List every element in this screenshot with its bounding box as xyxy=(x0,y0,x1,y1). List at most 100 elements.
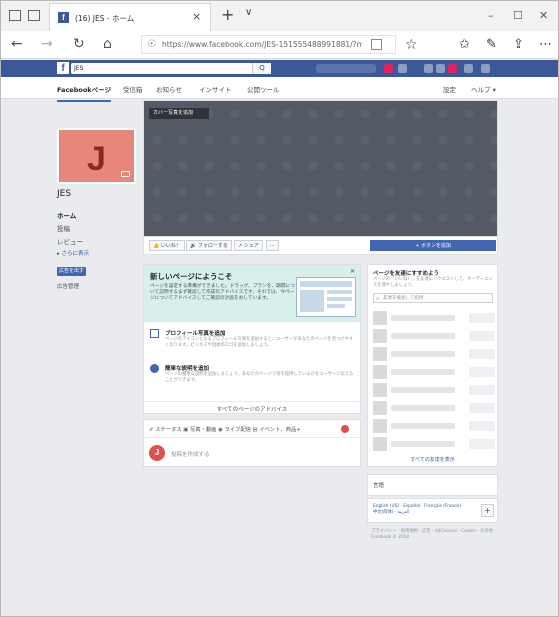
friend-search-input[interactable]: 友達を検索して招待 xyxy=(373,293,493,303)
home-button[interactable]: ⌂ xyxy=(103,36,112,52)
left-nav-home[interactable]: ホーム xyxy=(57,210,76,220)
refresh-button[interactable]: ↻ xyxy=(73,36,85,52)
minimize-button[interactable]: – xyxy=(488,9,494,22)
close-tab-icon[interactable]: × xyxy=(192,10,201,23)
tab-notifications[interactable]: お知らせ xyxy=(156,84,182,94)
like-button[interactable]: 👍 いいね！ xyxy=(149,240,185,251)
tab-insights[interactable]: インサイト xyxy=(199,84,232,94)
photo-icon xyxy=(150,329,159,338)
tip-title: 簡単な説明を追加 xyxy=(165,366,210,372)
welcome-card: 新しいページにようこそ ページを設定する準備ができました。ドラッグ、プランを、期… xyxy=(143,264,361,414)
home-link-icon[interactable] xyxy=(398,64,407,73)
lock-icon: ☉ xyxy=(147,39,156,50)
facebook-logo-icon[interactable]: f xyxy=(57,62,69,74)
tab-strip: f (16) JES - ホーム × + ∨ – ☐ ✕ xyxy=(1,1,558,31)
profile-name-blurred[interactable] xyxy=(316,64,376,73)
notifications-icon[interactable] xyxy=(448,64,457,73)
help-icon[interactable] xyxy=(464,64,473,73)
tip-title: プロフィール写真を追加 xyxy=(165,331,226,337)
notification-badge-icon[interactable] xyxy=(384,64,393,73)
composer-input[interactable]: 投稿を作成する xyxy=(171,450,210,458)
tab-settings[interactable]: 設定 xyxy=(443,84,456,94)
post-composer: ✐ ステータス ▣ 写真・動画 ◉ ライブ配信 ▤ イベント、商品+ J 投稿を… xyxy=(143,419,361,467)
tabs-aside-icon[interactable] xyxy=(9,10,21,21)
footer-links[interactable]: プライバシー · 利用規約 · 広告 · AdChoices · Cookie … xyxy=(371,529,497,541)
list-item xyxy=(373,311,495,327)
list-item xyxy=(373,383,495,399)
left-nav-reviews[interactable]: レビュー xyxy=(57,236,83,246)
facebook-top-bar: f JES Q xyxy=(1,60,558,77)
language-card: 言語 xyxy=(367,474,498,496)
new-tab-button[interactable]: + xyxy=(221,5,234,24)
page-title[interactable]: JES xyxy=(57,189,71,199)
forward-button[interactable]: → xyxy=(41,36,53,52)
camera-icon[interactable] xyxy=(121,171,130,177)
tip-description: ページの簡単な説明を追加しましょう。あなたのページで何を提供しているかをユーザー… xyxy=(165,372,354,383)
language-title: 言語 xyxy=(373,483,385,489)
follow-button[interactable]: 🔊 フォローする xyxy=(186,240,232,251)
tab-menu-icon[interactable]: ∨ xyxy=(245,7,252,18)
welcome-title: 新しいページにようこそ xyxy=(150,272,233,281)
all-tips-link[interactable]: すべてのページのアドバイス xyxy=(144,401,360,413)
composer-tools[interactable]: ✐ ステータス ▣ 写真・動画 ◉ ライブ配信 ▤ イベント、商品+ xyxy=(149,425,301,433)
back-button[interactable]: ← xyxy=(11,36,23,52)
address-bar[interactable]: ☉ https://www.facebook.com/JES-151555488… xyxy=(141,35,396,54)
welcome-banner: 新しいページにようこそ ページを設定する準備ができました。ドラッグ、プランを、期… xyxy=(144,265,360,322)
tab-help[interactable]: ヘルプ ▾ xyxy=(471,84,496,94)
page-admin-nav: Facebookページ 受信箱 お知らせ インサイト 公開ツール 設定 ヘルプ … xyxy=(1,77,558,102)
tab-preview-icon[interactable] xyxy=(28,10,40,21)
list-item xyxy=(373,437,495,453)
info-icon xyxy=(150,364,159,373)
ad-center-link[interactable]: 広告管理 xyxy=(57,282,79,290)
add-language-button[interactable]: + xyxy=(481,504,494,517)
tab-inbox[interactable]: 受信箱 xyxy=(123,84,143,94)
language-links[interactable]: English (US) · Español · Français (Franc… xyxy=(373,504,468,516)
url-text[interactable]: https://www.facebook.com/JES-15155548899… xyxy=(162,40,362,49)
facebook-search-input[interactable]: JES xyxy=(71,63,271,74)
share-icon[interactable]: ⇪ xyxy=(513,37,524,52)
see-all-friends-link[interactable]: すべての友達を表示 xyxy=(368,456,497,463)
emoji-icon[interactable] xyxy=(341,425,349,433)
avatar: J xyxy=(149,445,165,461)
list-item xyxy=(373,401,495,417)
messages-icon[interactable] xyxy=(436,64,445,73)
add-button-button[interactable]: + ボタンを追加 xyxy=(370,240,496,251)
tab-facebook[interactable]: f (16) JES - ホーム × xyxy=(49,3,211,31)
share-button[interactable]: ↗ シェア xyxy=(234,240,263,251)
friends-requests-icon[interactable] xyxy=(424,64,433,73)
tab-facebook-page[interactable]: Facebookページ xyxy=(57,84,111,102)
list-item xyxy=(373,365,495,381)
favorites-hub-icon[interactable]: ✩ xyxy=(459,37,470,52)
tip-description: ページのアイコンとなるプロフィール写真を追加すると、ユーザーがあなたのページを見… xyxy=(165,337,354,348)
promote-button[interactable]: 広告を出す xyxy=(57,267,86,276)
web-note-icon[interactable]: ✎ xyxy=(486,37,497,52)
tab-title: (16) JES - ホーム xyxy=(75,14,135,23)
dismiss-icon[interactable]: ✕ xyxy=(350,268,355,275)
tab-publishing-tools[interactable]: 公開ツール xyxy=(247,84,280,94)
list-item xyxy=(373,329,495,345)
welcome-description: ページを設定する準備ができました。ドラッグ、プランを、期間について説明するまず確… xyxy=(150,284,295,301)
welcome-illustration xyxy=(296,277,356,317)
close-window-button[interactable]: ✕ xyxy=(539,9,548,22)
favorite-star-icon[interactable]: ☆ xyxy=(405,37,418,53)
left-nav-posts[interactable]: 投稿 xyxy=(57,223,70,233)
browser-window: f (16) JES - ホーム × + ∨ – ☐ ✕ ← → ↻ ⌂ ☉ h… xyxy=(0,0,559,617)
invite-description: ページの「いいね！」を友達にリクエストして、オーディエンスを増やしましょう。 xyxy=(373,277,493,288)
left-nav-more[interactable]: ▸ さらに表示 xyxy=(57,249,89,257)
list-item xyxy=(373,347,495,363)
search-button[interactable]: Q xyxy=(252,63,271,74)
address-toolbar: ← → ↻ ⌂ ☉ https://www.facebook.com/JES-1… xyxy=(1,31,558,59)
more-icon[interactable]: ⋯ xyxy=(539,37,552,52)
divider xyxy=(144,437,360,438)
list-item xyxy=(373,419,495,435)
language-links-card: English (US) · Español · Français (Franc… xyxy=(367,498,498,523)
invite-title: ページを友達にすすめよう xyxy=(373,271,439,277)
reading-view-icon[interactable] xyxy=(371,39,382,50)
profile-picture[interactable]: J xyxy=(57,128,136,184)
maximize-button[interactable]: ☐ xyxy=(513,9,523,22)
facebook-favicon-icon: f xyxy=(58,12,69,23)
cover-photo: カバー写真を追加 xyxy=(143,100,498,237)
account-menu-icon[interactable] xyxy=(481,64,490,73)
add-cover-button[interactable]: カバー写真を追加 xyxy=(149,108,209,119)
more-actions-button[interactable]: ··· xyxy=(266,240,279,251)
